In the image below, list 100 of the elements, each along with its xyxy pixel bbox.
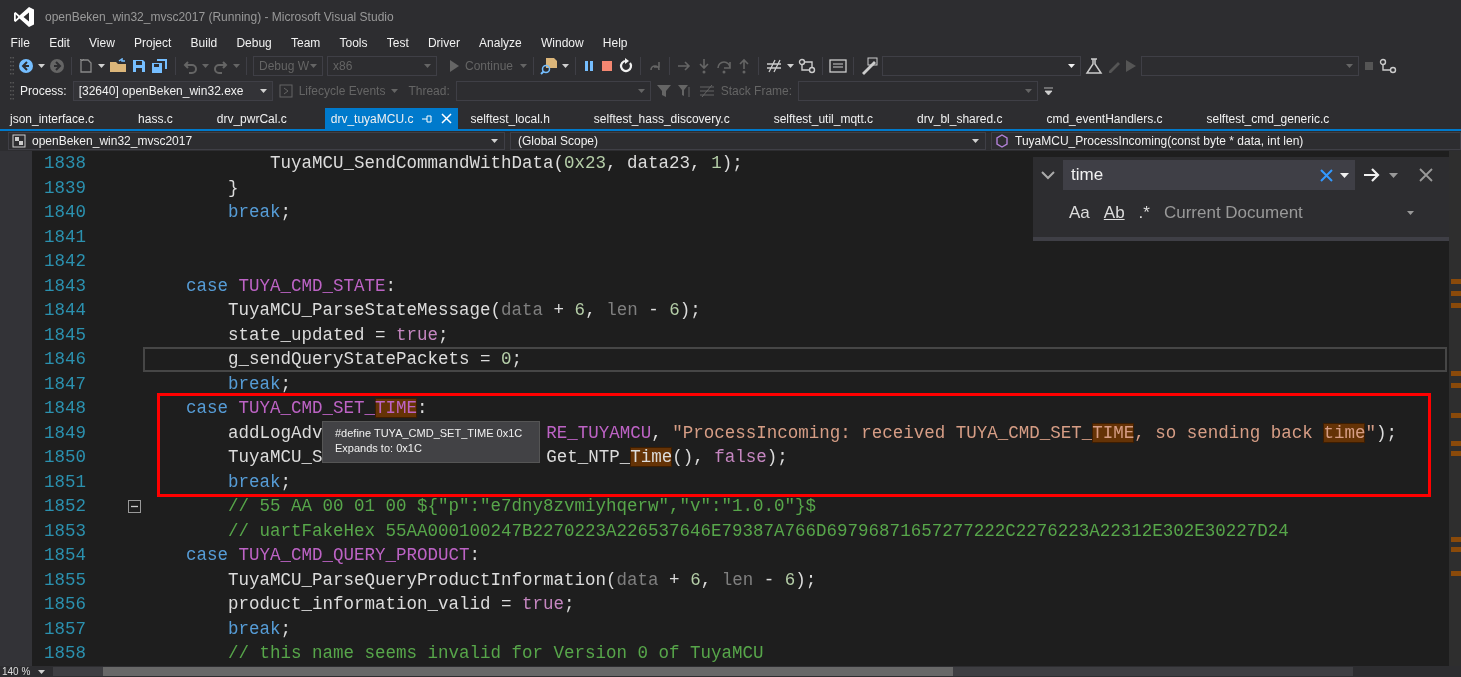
search-option-button[interactable]: .* [1138, 203, 1150, 223]
project-dropdown[interactable]: openBeken_win32_mvsc2017 [8, 132, 505, 150]
search-scope-dropdown[interactable]: Current Document [1163, 203, 1414, 223]
save-icon[interactable] [131, 57, 147, 74]
line-number: 1850 [43, 446, 87, 469]
tooltip-text: #define TUYA_CMD_SET_TIME 0x1C [335, 427, 524, 439]
code-line: break; [227, 470, 292, 494]
window-icon[interactable] [829, 57, 848, 74]
menu-item[interactable]: Edit [39, 36, 80, 50]
line-number: 1851 [43, 470, 87, 494]
caret-icon[interactable] [972, 139, 979, 143]
stop-icon[interactable] [600, 58, 615, 73]
stack-frame-label: Stack Frame: [720, 84, 793, 98]
line-number: 1839 [43, 176, 87, 200]
filter-icon[interactable] [656, 84, 671, 98]
method-icon [995, 134, 1009, 148]
caret-icon[interactable] [787, 63, 795, 68]
caret-icon[interactable] [38, 63, 45, 68]
member-dropdown[interactable]: TuyaMCU_ProcessIncoming(const byte * data, int len) [991, 132, 1461, 150]
new-item-icon[interactable] [78, 57, 94, 74]
file-tab[interactable]: selftest_hass_discovery.c [587, 108, 768, 129]
caret-icon[interactable] [1406, 211, 1414, 215]
attach-icon[interactable] [860, 56, 879, 75]
folder-icon[interactable] [109, 57, 127, 74]
code-line: case TUYA_CMD_SET_TIME: [185, 397, 428, 420]
flag-filter-icon[interactable] [676, 84, 693, 98]
search-field[interactable]: time [1063, 160, 1355, 190]
search-option-button[interactable]: Aa [1069, 203, 1090, 223]
menu-item[interactable]: File [1, 36, 40, 50]
menu-item[interactable]: Test [377, 36, 419, 50]
code-line: // 55 AA 00 01 00 ${"p":"e7dny8zvmiyhqerw","v":"1.0.0"}$ [227, 495, 817, 518]
file-tab[interactable]: cmd_eventHandlers.c [1040, 108, 1201, 129]
menu-item[interactable]: Analyze [469, 36, 532, 50]
restart-icon[interactable] [618, 57, 635, 74]
file-tab[interactable]: drv_pwrCal.c [210, 108, 325, 129]
chevron-down-icon[interactable] [1041, 170, 1055, 180]
line-number: 1840 [43, 201, 87, 224]
horizontal-scroll-bar[interactable] [53, 667, 1354, 676]
branch-icon[interactable] [1379, 57, 1398, 74]
close-icon[interactable] [1320, 169, 1333, 182]
code-line: case TUYA_CMD_QUERY_PRODUCT: [185, 544, 481, 567]
menu-item[interactable]: Tools [329, 36, 378, 50]
caret-icon[interactable] [38, 669, 46, 674]
caret-icon[interactable] [1340, 173, 1349, 178]
menu-item[interactable]: Debug [226, 36, 282, 50]
line-number: 1844 [43, 299, 87, 322]
flask-icon[interactable] [1085, 56, 1104, 75]
visual-studio-logo [13, 6, 35, 28]
caret-icon[interactable] [491, 139, 498, 143]
file-tab[interactable]: drv_tuyaMCU.c [324, 108, 459, 129]
menu-item[interactable]: Project [124, 36, 181, 50]
pin-icon[interactable] [421, 113, 434, 124]
zoom-level[interactable]: 140 % [2, 666, 31, 677]
file-tab[interactable]: selftest_util_mqtt.c [767, 108, 912, 129]
line-number: 1854 [43, 544, 87, 567]
process-dropdown[interactable]: [32640] openBeken_win32.exe [72, 81, 273, 101]
file-tab[interactable]: selftest_local.h [464, 108, 588, 129]
caret-icon[interactable] [98, 63, 105, 68]
menu-item[interactable]: Window [531, 36, 594, 50]
hex-display-icon[interactable] [765, 57, 784, 74]
scroll-thumb[interactable] [103, 667, 954, 676]
file-tab[interactable]: drv_bl_shared.c [911, 108, 1041, 129]
code-line: break; [227, 372, 292, 396]
file-tab[interactable]: selftest_cmd_generic.c [1200, 108, 1368, 129]
find-icon[interactable] [540, 56, 559, 75]
caret-icon[interactable] [1389, 172, 1398, 178]
line-number: 1853 [43, 519, 87, 543]
tooltip-text: Expands to: 0x1C [335, 442, 423, 454]
caret-icon[interactable] [562, 63, 570, 68]
caret-icon[interactable] [259, 89, 267, 93]
arrow-right-icon[interactable] [1363, 167, 1381, 183]
line-number: 1848 [43, 397, 87, 420]
code-line: g_sendQueryStatePackets = 0; [227, 348, 523, 371]
overflow-icon[interactable] [1044, 86, 1054, 96]
code-line: break; [227, 617, 292, 641]
threads-icon[interactable] [798, 57, 817, 74]
line-number: 1852 [43, 495, 87, 518]
file-tab[interactable]: json_interface.c [4, 108, 133, 129]
save-all-icon[interactable] [151, 57, 169, 74]
code-line: } [227, 176, 239, 200]
menu-item[interactable]: Team [281, 36, 330, 50]
code-line: // uartFakeHex 55AA000100247B2270223A226537646E79387A766D69796871657277222C2276223A22312E302E30227D24 [227, 519, 1289, 543]
line-number: 1846 [43, 348, 87, 371]
menu-item[interactable]: Help [593, 36, 638, 50]
close-icon[interactable] [1419, 168, 1433, 182]
scroll-bar[interactable] [1449, 151, 1461, 666]
menu-item[interactable]: Build [180, 36, 227, 50]
scope-dropdown[interactable]: (Global Scope) [510, 132, 986, 150]
collapse-icon[interactable] [128, 499, 141, 513]
line-number: 1847 [43, 372, 87, 396]
back-icon[interactable] [18, 57, 34, 74]
file-tab[interactable]: hass.c [132, 108, 211, 129]
menu-item[interactable]: Driver [418, 36, 470, 50]
process-label: Process: [20, 84, 67, 98]
line-number: 1855 [43, 568, 87, 592]
menu-item[interactable]: View [79, 36, 125, 50]
caret-icon[interactable] [1068, 63, 1076, 68]
threads-filter-icon[interactable] [698, 84, 715, 98]
search-option-button[interactable]: Ab [1103, 203, 1125, 223]
line-number: 1838 [43, 152, 87, 175]
